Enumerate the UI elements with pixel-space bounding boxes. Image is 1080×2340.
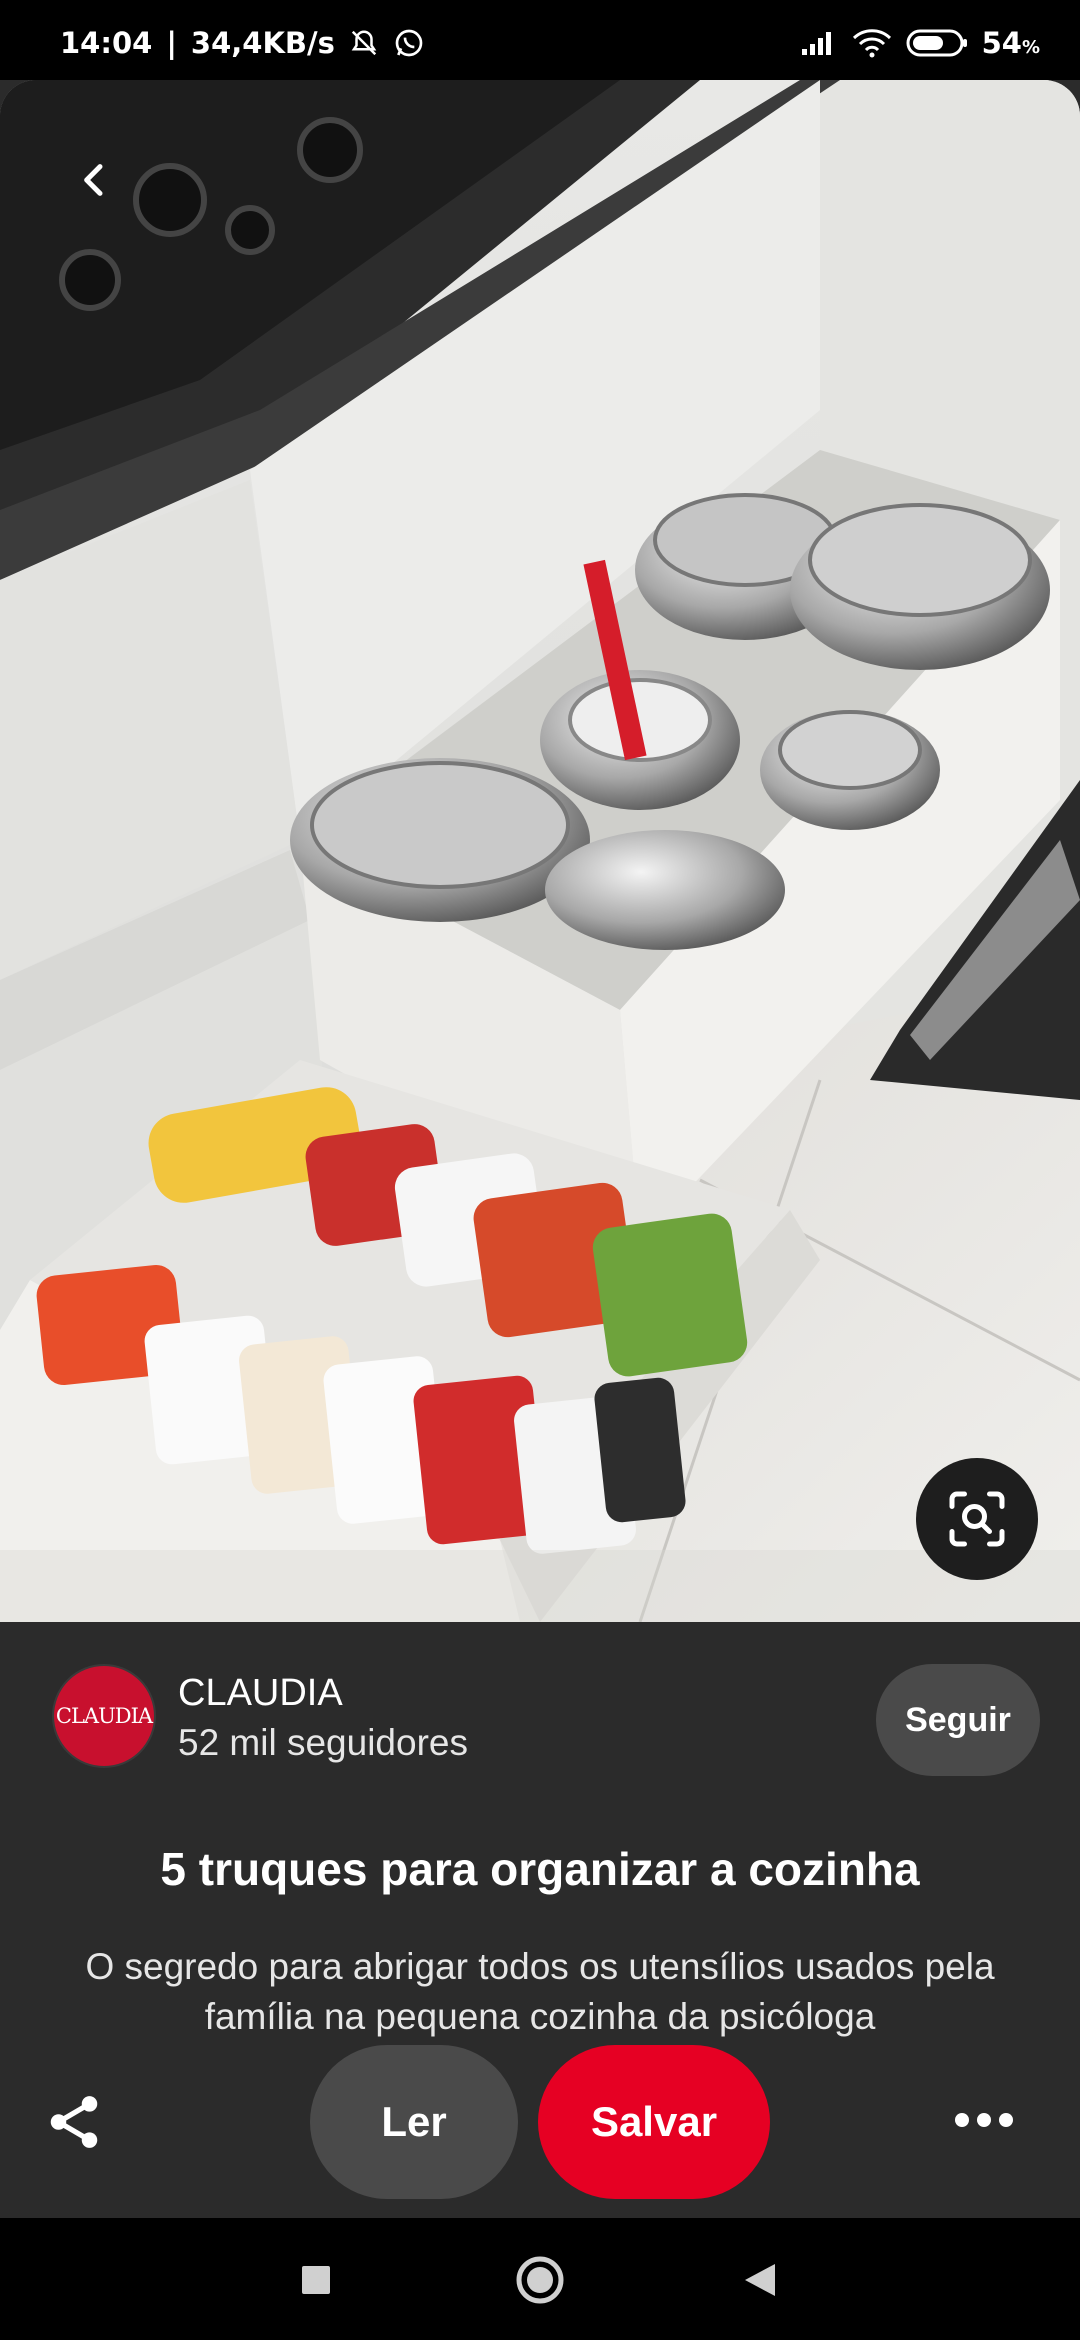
pin-image[interactable] [0, 80, 1080, 1622]
back-button[interactable] [55, 140, 135, 220]
creator-followers: 52 mil seguidores [178, 1722, 468, 1763]
save-button[interactable]: Salvar [538, 2045, 770, 2199]
kitchen-drawer-photo [0, 80, 1080, 1622]
creator-row: CLAUDIA CLAUDIA 52 mil seguidores Seguir [52, 1664, 1040, 1776]
visual-search-icon [949, 1491, 1005, 1547]
more-button[interactable] [944, 2090, 1024, 2150]
triangle-back-icon [745, 2264, 775, 2296]
chevron-left-icon [84, 164, 103, 196]
avatar[interactable]: CLAUDIA [52, 1664, 156, 1768]
status-right: 54% [800, 26, 1040, 60]
action-bar: Ler Salvar [0, 2040, 1080, 2218]
whatsapp-icon [393, 27, 425, 59]
pin-area [0, 80, 1080, 1622]
follow-button[interactable]: Seguir [876, 1664, 1040, 1776]
battery-level: 54% [981, 26, 1040, 60]
bell-off-icon [349, 28, 379, 58]
pin-description: O segredo para abrigar todos os utensíli… [85, 1946, 995, 2037]
square-icon [302, 2266, 330, 2294]
status-left: 14:04 | 34,4KB/s [60, 26, 425, 60]
status-time: 14:04 [60, 26, 153, 60]
status-bar: 14:04 | 34,4KB/s 54% [0, 0, 1080, 86]
visual-search-button[interactable] [916, 1458, 1038, 1580]
avatar-logo-text: CLAUDIA [55, 1704, 153, 1728]
recent-apps-button[interactable] [284, 2248, 348, 2312]
status-separator: | [166, 26, 177, 60]
read-button[interactable]: Ler [310, 2045, 518, 2199]
more-dots-icon [955, 2113, 1013, 2127]
pin-title: 5 truques para organizar a cozinha [160, 1843, 920, 1895]
wifi-icon [852, 28, 892, 58]
share-button[interactable] [38, 2086, 110, 2158]
status-speed: 34,4KB/s [190, 26, 335, 60]
share-icon [50, 2096, 98, 2148]
signal-icon [800, 29, 838, 57]
battery-icon [906, 28, 968, 58]
home-button[interactable] [508, 2248, 572, 2312]
creator-name[interactable]: CLAUDIA [178, 1672, 343, 1715]
back-nav-button[interactable] [728, 2248, 792, 2312]
system-nav-bar [0, 2218, 1080, 2340]
home-circle-icon [516, 2256, 564, 2304]
